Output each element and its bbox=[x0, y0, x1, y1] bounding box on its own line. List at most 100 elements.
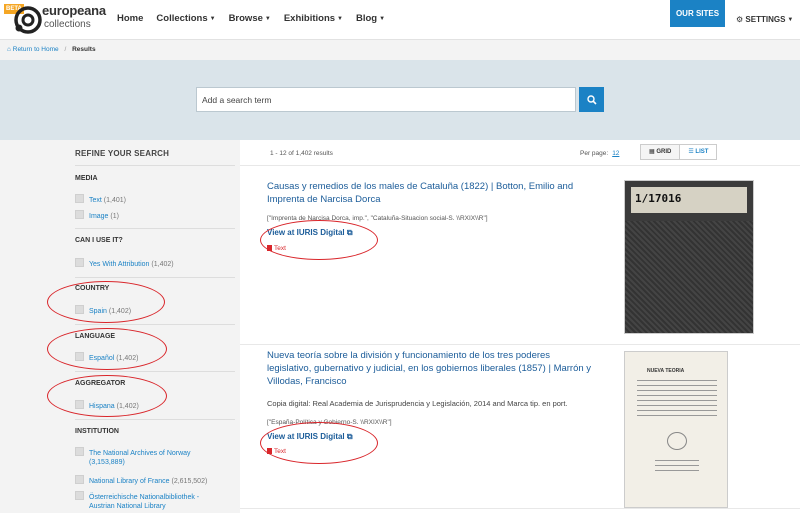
divider bbox=[75, 371, 235, 372]
divider bbox=[75, 228, 235, 229]
checkbox[interactable] bbox=[75, 475, 84, 484]
divider bbox=[75, 277, 235, 278]
breadcrumb: ⌂ Return to Home / Results bbox=[0, 40, 800, 60]
facet-option-count: (2,615,502) bbox=[171, 478, 208, 485]
result-title-link[interactable]: Causas y remedios de los males de Catalu… bbox=[267, 180, 597, 206]
thumbnail-text-lines bbox=[637, 380, 717, 420]
logo-subtitle: collections bbox=[44, 19, 91, 30]
search-icon bbox=[586, 95, 597, 105]
nav-home-label: Home bbox=[117, 13, 144, 24]
thumbnail-texture bbox=[625, 221, 753, 333]
nav-exhibitions[interactable]: Exhibitions ▼ bbox=[284, 13, 343, 24]
breadcrumb-home-link[interactable]: Return to Home bbox=[13, 46, 59, 53]
annotation-oval bbox=[260, 220, 378, 260]
refine-title: REFINE YOUR SEARCH bbox=[75, 149, 170, 158]
nav-blog-label: Blog bbox=[356, 13, 378, 24]
nav-exhibitions-label: Exhibitions bbox=[283, 13, 336, 24]
thumbnail-emblem bbox=[667, 432, 687, 450]
search-button[interactable] bbox=[579, 87, 604, 112]
facet-heading-can-i-use: CAN I USE IT? bbox=[75, 237, 123, 244]
facet-option-image[interactable]: Image (1) bbox=[75, 210, 119, 220]
logo-title: europeana bbox=[42, 3, 106, 18]
checkbox[interactable] bbox=[75, 258, 84, 267]
per-page: Per page: 12 bbox=[580, 150, 619, 157]
results-count: 1 - 12 of 1,402 results bbox=[270, 150, 333, 157]
divider bbox=[75, 419, 235, 420]
facet-option-text[interactable]: Text (1,401) bbox=[75, 194, 126, 204]
refine-sidebar: REFINE YOUR SEARCH MEDIA Text (1,401) Im… bbox=[0, 140, 240, 513]
list-icon: ☰ bbox=[688, 149, 694, 155]
result-thumbnail[interactable]: NUEVA TEORIA bbox=[624, 351, 728, 508]
divider bbox=[75, 324, 235, 325]
grid-label: GRID bbox=[656, 149, 672, 155]
result-description: Copia digital: Real Academia de Jurispru… bbox=[267, 399, 568, 408]
search-band: Add a search term bbox=[0, 60, 800, 140]
search-input[interactable]: Add a search term bbox=[196, 87, 576, 112]
caret-down-icon: ▼ bbox=[264, 16, 271, 22]
list-label: LIST bbox=[695, 149, 709, 155]
divider bbox=[240, 344, 800, 345]
facet-option-library-france[interactable]: National Library of France (2,615,502) bbox=[75, 475, 207, 485]
facet-option-count: (1) bbox=[110, 213, 119, 220]
gear-icon: ⚙ bbox=[736, 15, 744, 24]
nav-collections-label: Collections bbox=[156, 13, 208, 24]
grid-icon: ▦ bbox=[649, 149, 655, 155]
nav-collections[interactable]: Collections ▼ bbox=[156, 13, 215, 24]
settings-label: SETTINGS bbox=[745, 15, 786, 24]
facet-option-label: Image bbox=[89, 213, 109, 220]
main-nav: Home Collections ▼ Browse ▼ Exhibitions ▼ B… bbox=[117, 13, 398, 24]
view-toggle: ▦ GRID ☰ LIST bbox=[640, 144, 718, 160]
divider bbox=[75, 165, 235, 166]
facet-option-label: Text bbox=[89, 197, 102, 204]
thumbnail-label: NUEVA TEORIA bbox=[647, 368, 685, 374]
caret-down-icon: ▼ bbox=[337, 16, 343, 22]
checkbox[interactable] bbox=[75, 210, 84, 219]
breadcrumb-separator: / bbox=[64, 46, 67, 53]
checkbox[interactable] bbox=[75, 447, 84, 456]
breadcrumb-current: Results bbox=[72, 46, 96, 53]
facet-heading-institution: INSTITUTION bbox=[75, 428, 119, 435]
home-icon: ⌂ bbox=[7, 46, 11, 53]
europeana-logo-icon bbox=[14, 6, 42, 34]
settings-menu[interactable]: ⚙ SETTINGS ▼ bbox=[736, 15, 793, 24]
list-view-button[interactable]: ☰ LIST bbox=[679, 145, 717, 159]
nav-browse-label: Browse bbox=[228, 13, 263, 24]
caret-down-icon: ▼ bbox=[787, 17, 794, 23]
thumbnail-label: 1/17016 bbox=[635, 192, 682, 205]
result-title-link[interactable]: Nueva teoría sobre la división y funcion… bbox=[267, 349, 597, 388]
divider bbox=[240, 165, 800, 166]
annotation-oval bbox=[47, 375, 167, 417]
caret-down-icon: ▼ bbox=[379, 16, 386, 22]
facet-option-count: (1,402) bbox=[151, 261, 174, 268]
nav-blog[interactable]: Blog ▼ bbox=[356, 13, 385, 24]
grid-view-button[interactable]: ▦ GRID bbox=[641, 145, 680, 159]
annotation-oval bbox=[260, 422, 378, 464]
caret-down-icon: ▼ bbox=[209, 16, 216, 22]
annotation-oval bbox=[47, 281, 165, 323]
annotation-oval bbox=[47, 328, 167, 370]
nav-browse[interactable]: Browse ▼ bbox=[229, 13, 271, 24]
facet-option-norway-archives[interactable]: The National Archives of Norway bbox=[75, 447, 191, 457]
thumbnail-text-lines bbox=[655, 460, 699, 472]
our-sites-button[interactable]: OUR SITES bbox=[670, 0, 725, 27]
facet-heading-media: MEDIA bbox=[75, 175, 98, 182]
checkbox[interactable] bbox=[75, 491, 84, 500]
facet-option-count: (1,401) bbox=[103, 197, 126, 204]
top-navigation-bar: BETA europeana collections Home Collecti… bbox=[0, 0, 800, 40]
facet-option-austrian-library[interactable]: Österreichische Nationalbibliothek - bbox=[75, 491, 199, 501]
facet-option-count: (3,153,889) bbox=[89, 459, 125, 466]
divider bbox=[240, 508, 800, 509]
facet-option-label: The National Archives of Norway bbox=[89, 450, 191, 457]
result-thumbnail[interactable]: 1/17016 bbox=[624, 180, 754, 334]
per-page-select[interactable]: 12 bbox=[612, 150, 619, 157]
facet-option-label: Österreichische Nationalbibliothek - bbox=[89, 494, 200, 501]
europeana-logo[interactable]: BETA europeana collections bbox=[4, 2, 114, 38]
facet-option-label: Yes With Attribution bbox=[89, 261, 150, 268]
facet-option-label: National Library of France bbox=[89, 478, 170, 485]
results-panel: 1 - 12 of 1,402 results Per page: 12 ▦ GR… bbox=[240, 140, 800, 513]
per-page-label: Per page: bbox=[580, 150, 609, 157]
checkbox[interactable] bbox=[75, 194, 84, 203]
facet-option-yes-with-attribution[interactable]: Yes With Attribution (1,402) bbox=[75, 258, 174, 268]
facet-option-label-continued: Austrian National Library bbox=[89, 503, 166, 510]
nav-home[interactable]: Home bbox=[117, 13, 143, 24]
